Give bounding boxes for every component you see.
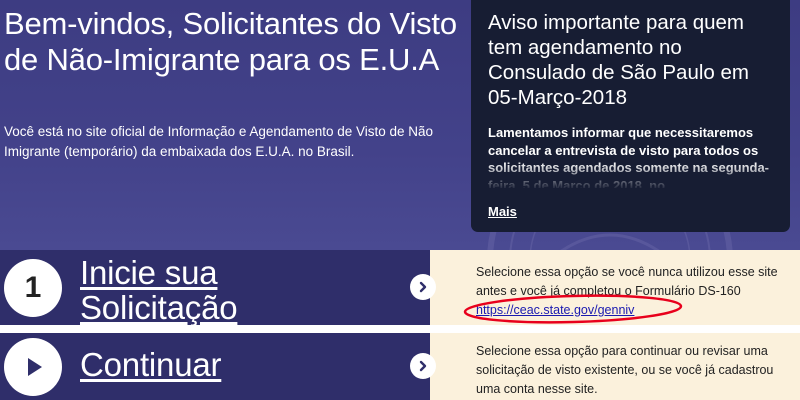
row-divider [0, 325, 800, 333]
page-subtitle: Você está no site oficial de Informação … [4, 124, 434, 159]
continue-application-link[interactable]: Continuar [80, 347, 221, 382]
continue-application-description: Selecione essa opção para continuar ou r… [476, 344, 774, 396]
red-annotation-circle [463, 294, 683, 324]
step-number: 1 [24, 271, 42, 304]
notice-title: Aviso importante para quem tem agendamen… [488, 11, 749, 109]
notice-fade-overlay [488, 162, 774, 188]
important-notice-panel: Aviso importante para quem tem agendamen… [471, 0, 790, 232]
continue-application-row: Continuar Selecione essa opção para cont… [0, 333, 800, 400]
chevron-right-icon [419, 360, 427, 372]
continue-application-arrow-button[interactable] [410, 353, 436, 379]
chevron-right-icon [419, 281, 427, 293]
start-application-arrow-button[interactable] [410, 274, 436, 300]
step-number-badge: 1 [4, 259, 62, 317]
hero-banner: Bem-vindos, Solicitantes do Visto de Não… [0, 0, 800, 250]
start-application-row: 1 Inicie sua Solicitação Selecione essa … [0, 250, 800, 325]
notice-body-container: Lamentamos informar que necessitaremos c… [488, 124, 774, 188]
notice-more-link[interactable]: Mais [488, 204, 517, 219]
start-application-link[interactable]: Inicie sua Solicitação [80, 255, 380, 325]
play-icon [28, 358, 42, 376]
play-badge [4, 338, 62, 396]
page-title: Bem-vindos, Solicitantes do Visto de Não… [4, 6, 457, 77]
